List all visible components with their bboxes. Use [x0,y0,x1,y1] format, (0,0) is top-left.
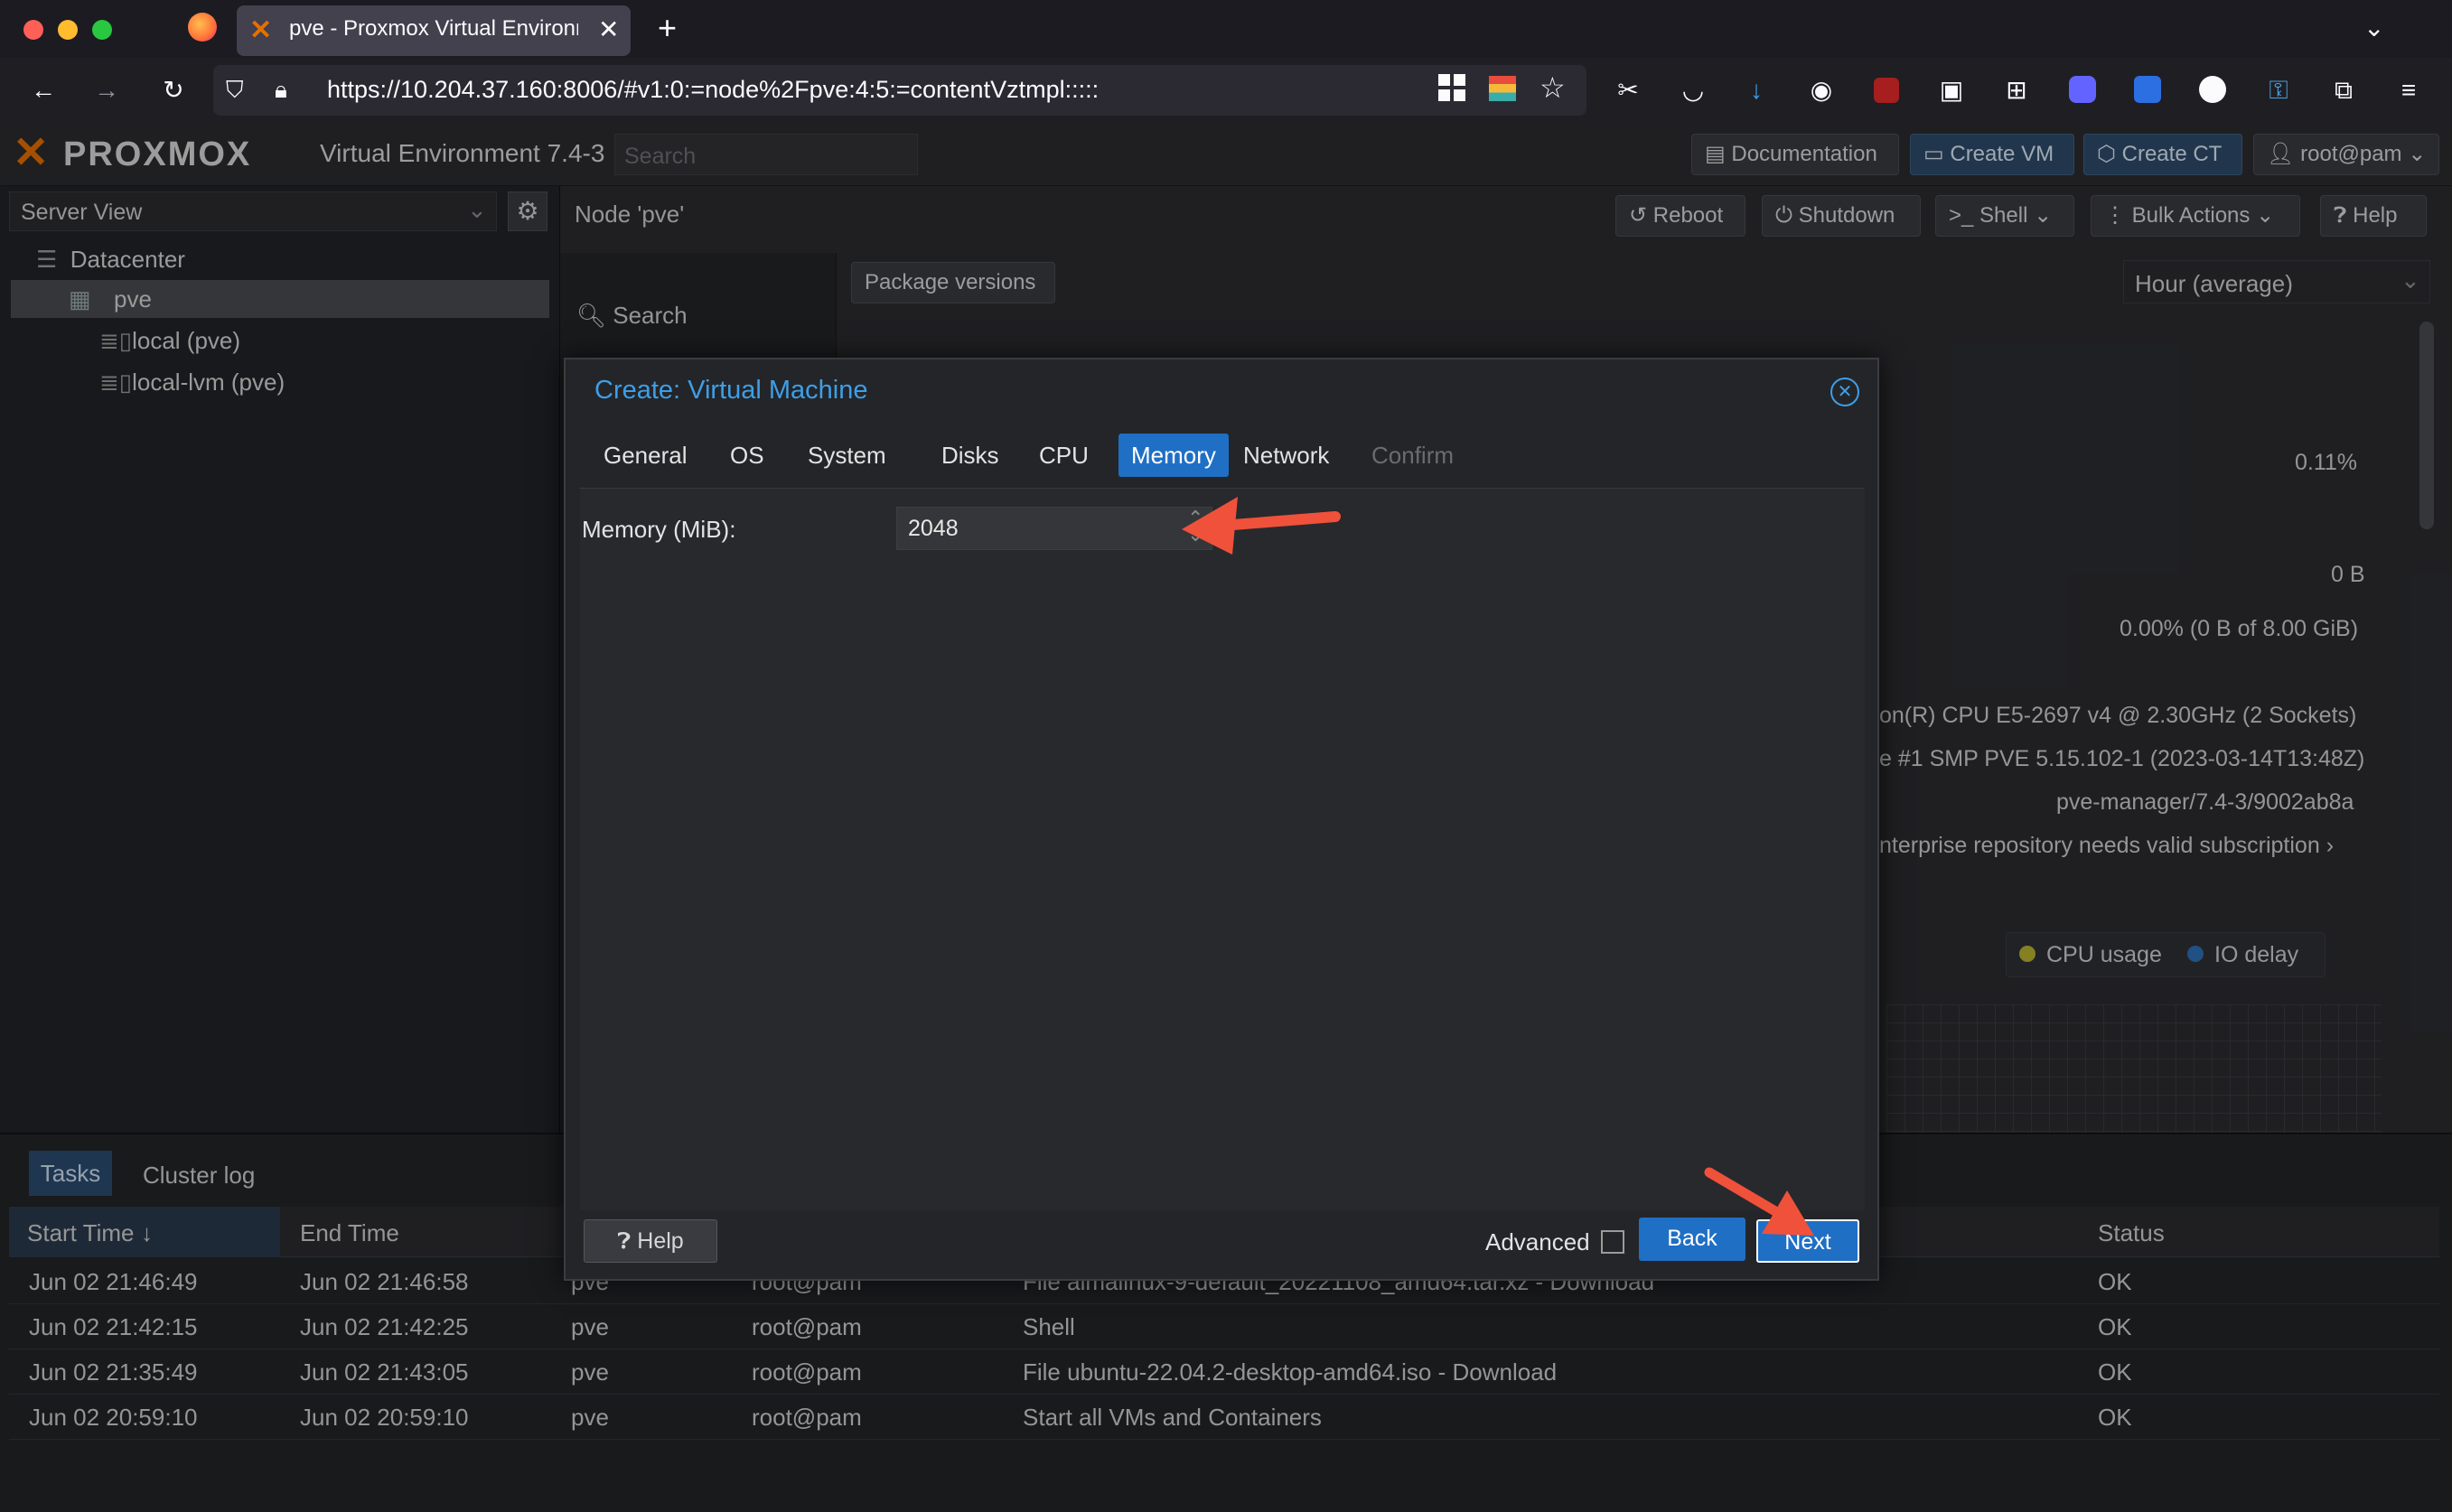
arrow-annotation [1704,1167,1814,1236]
annotation-arrows [1182,497,1814,1236]
arrow-annotation [1182,497,1341,555]
